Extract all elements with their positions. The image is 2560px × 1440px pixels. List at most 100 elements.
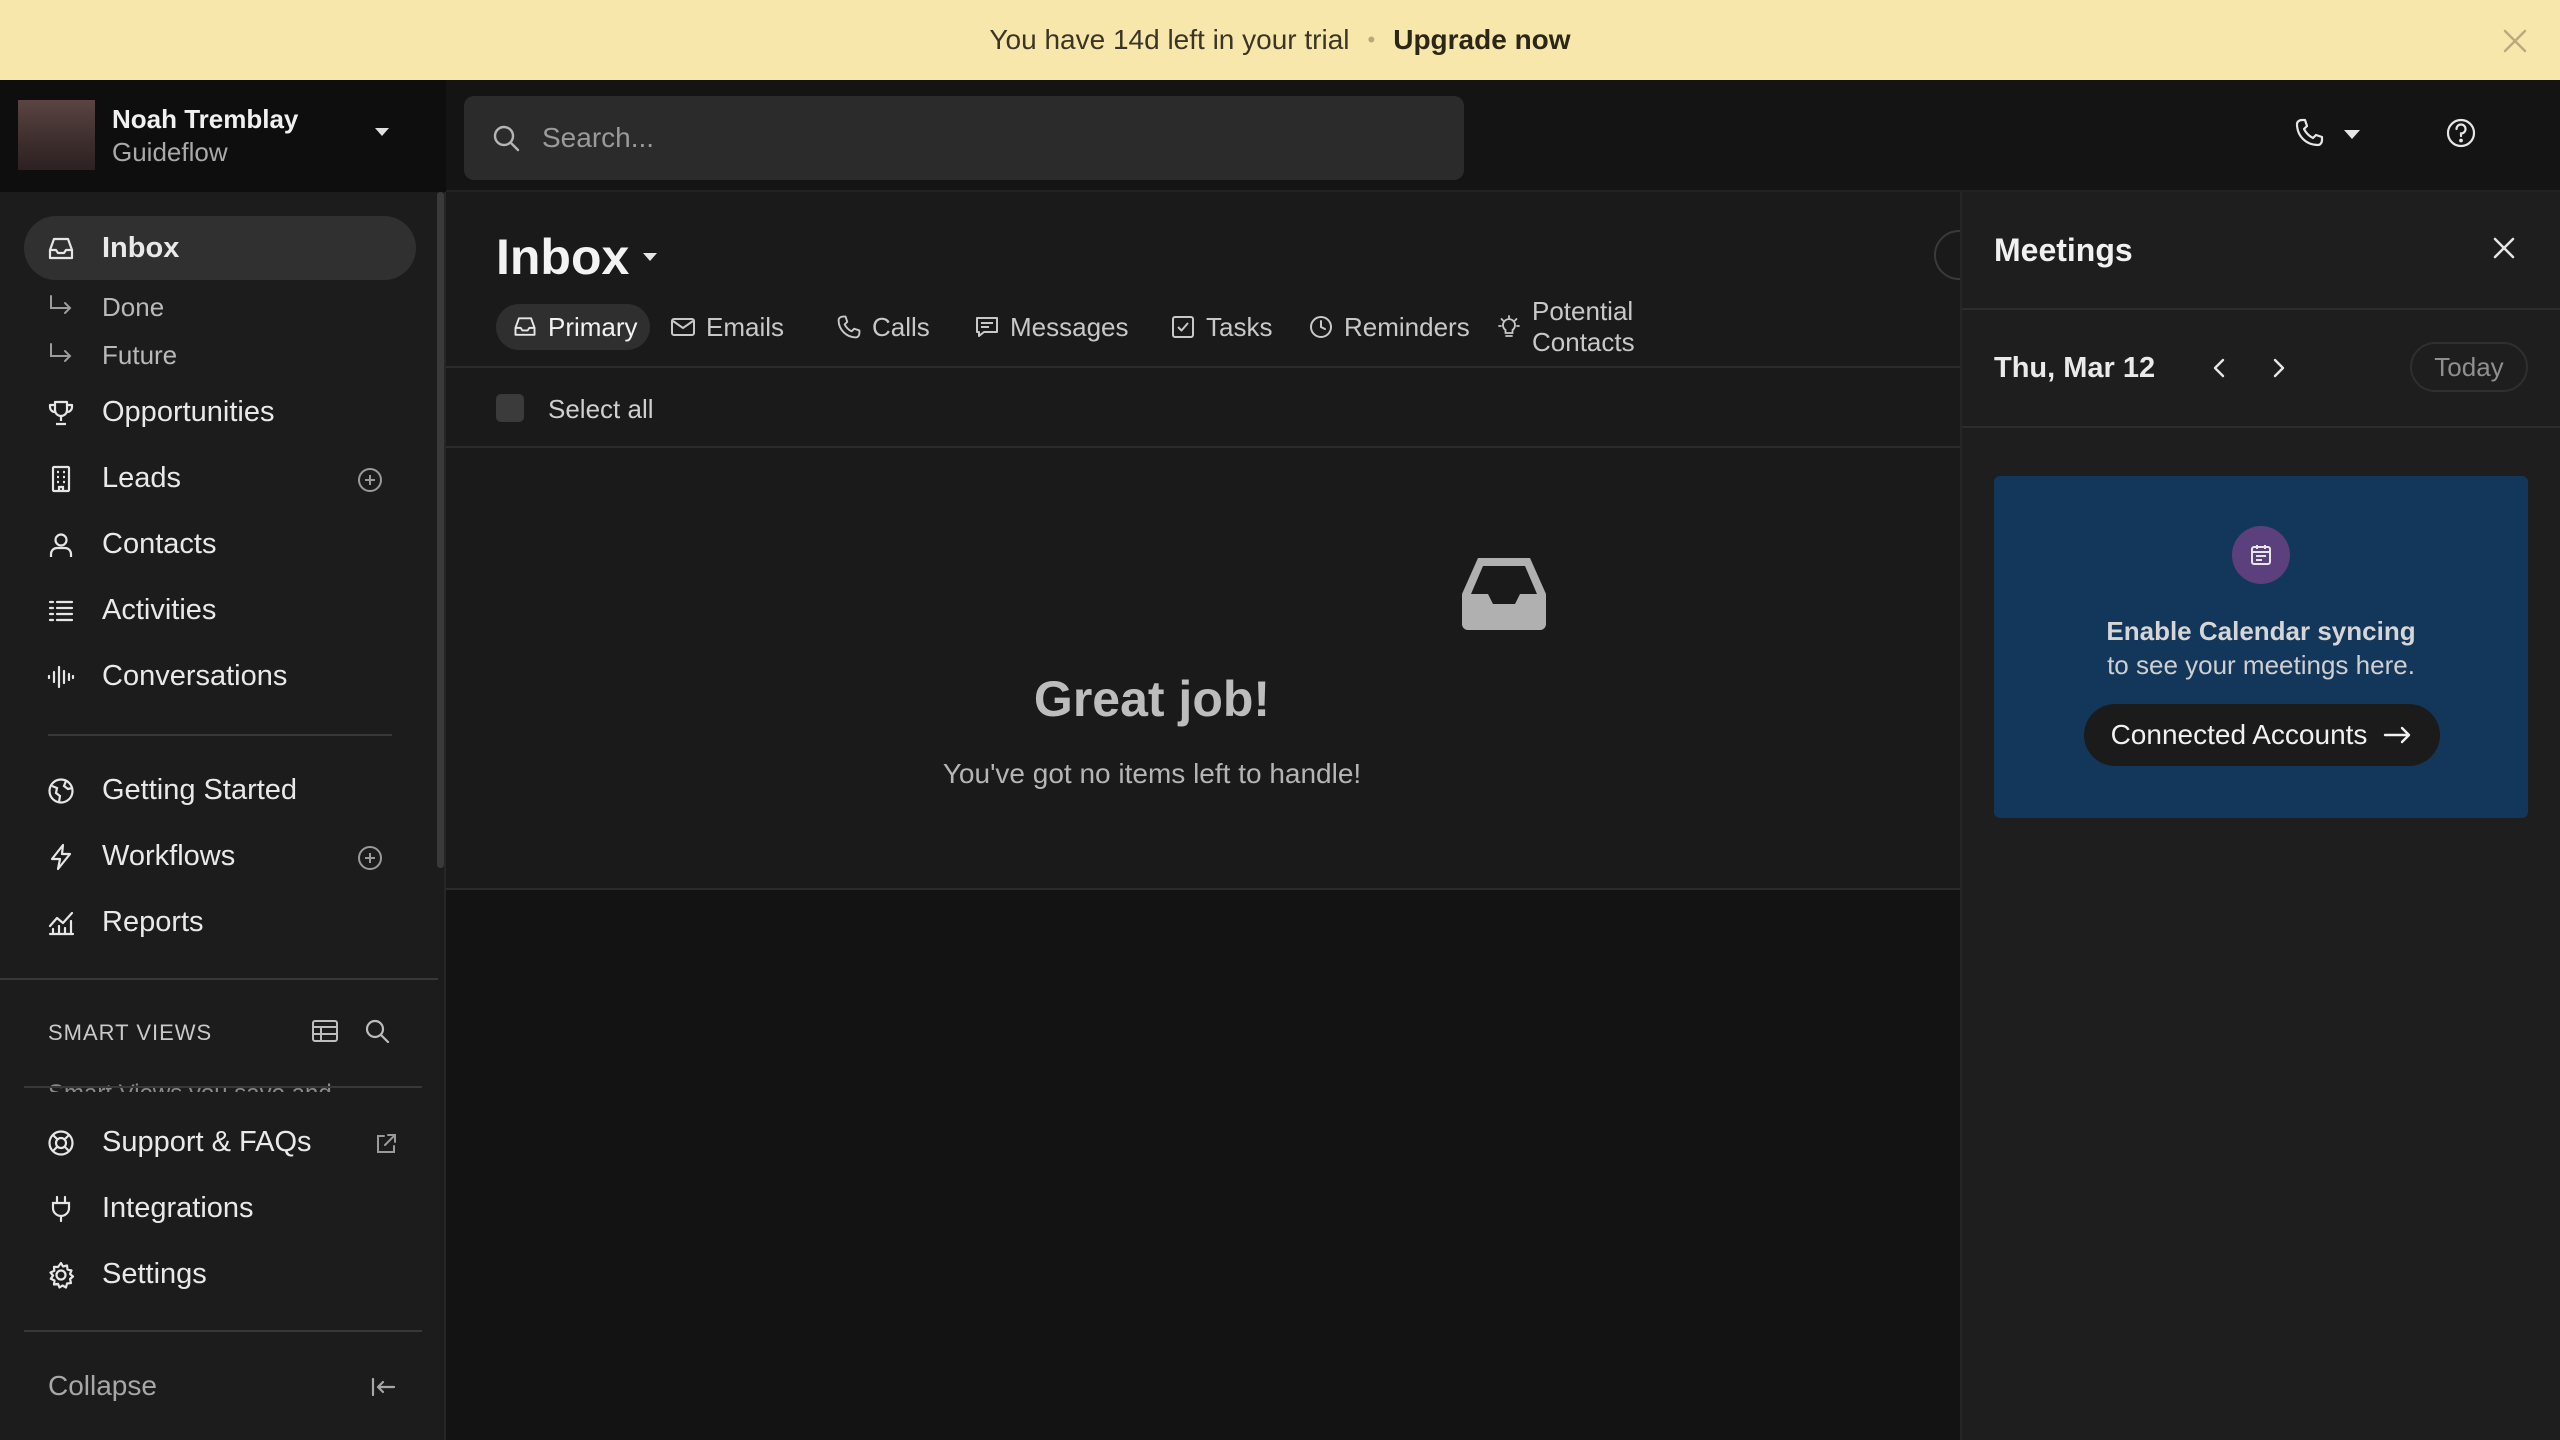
globe-icon [46,776,76,806]
tab-label: Calls [872,311,930,342]
bolt-icon [46,842,76,872]
tab-label: Emails [706,311,785,342]
close-banner-icon[interactable] [2500,26,2530,56]
add-lead-icon[interactable] [356,466,384,494]
tab-primary[interactable]: Primary [496,304,650,350]
inbox-icon [46,234,76,264]
tab-potential-contacts[interactable]: Potential Contacts [1496,296,1635,357]
chevron-left-icon[interactable] [2208,356,2232,380]
clock-icon [1308,314,1334,340]
main-content: Inbox Primary Emails Calls Messages Task… [446,192,1974,1440]
sidebar-item-contacts[interactable]: Contacts [24,512,416,576]
sidebar-item-opportunities[interactable]: Opportunities [24,380,416,444]
tab-label: Reminders [1344,311,1470,342]
trial-banner: You have 14d left in your trial • Upgrad… [0,0,2560,80]
account-org: Guideflow [112,137,228,167]
sidebar-item-label: Settings [102,1257,207,1290]
meetings-divider [1962,308,2560,310]
empty-state-title: Great job! [1033,671,1271,727]
tab-tasks[interactable]: Tasks [1170,304,1272,350]
meetings-divider [1962,426,2560,428]
sidebar-item-reports[interactable]: Reports [24,890,416,954]
sidebar-divider [24,1330,422,1332]
sidebar-item-support[interactable]: Support & FAQs [24,1110,416,1174]
connected-accounts-button[interactable]: Connected Accounts [2084,704,2440,766]
sidebar-item-label: Leads [102,461,182,494]
sidebar-item-leads[interactable]: Leads [24,446,416,510]
select-all-label[interactable]: Select all [548,394,654,425]
chart-icon [46,908,76,938]
external-link-icon [372,1130,400,1158]
sub-arrow-icon [48,294,74,318]
global-search[interactable] [464,96,1464,180]
sidebar-scrollbar[interactable] [437,192,444,868]
sidebar-item-activities[interactable]: Activities [24,578,416,642]
sidebar-item-workflows[interactable]: Workflows [24,824,416,888]
chevron-right-icon[interactable] [2266,356,2290,380]
meetings-title: Meetings [1994,232,2133,268]
sidebar: Noah Tremblay Guideflow Inbox Done Futur… [0,80,446,1440]
tabs-divider [446,366,1960,368]
tab-label: Tasks [1206,311,1273,342]
caret-down-icon[interactable] [640,250,660,264]
lifebuoy-icon [46,1128,76,1158]
sidebar-item-inbox[interactable]: Inbox [24,216,416,280]
tab-messages[interactable]: Messages [974,304,1129,350]
tab-calls[interactable]: Calls [836,304,930,350]
caret-down-icon[interactable] [372,125,392,139]
waveform-icon [46,662,76,692]
collapse-icon[interactable] [368,1372,398,1402]
today-button[interactable]: Today [2410,342,2528,392]
building-icon [46,464,76,494]
sidebar-item-label: Integrations [102,1191,254,1224]
add-workflow-icon[interactable] [356,844,384,872]
trophy-icon [46,398,76,428]
list-icon [46,596,76,626]
meetings-panel: Meetings Thu, Mar 12 Today Enable Calend… [1960,192,2560,1440]
sidebar-item-label: Future [102,340,178,370]
sidebar-item-label: Support & FAQs [102,1125,312,1158]
sidebar-item-getting-started[interactable]: Getting Started [24,758,416,822]
arrow-right-icon [2383,725,2413,745]
sidebar-item-label: Contacts [102,527,217,560]
calendar-sync-heading: Enable Calendar syncing [2106,616,2416,646]
sidebar-divider [0,978,438,980]
empty-state-subtitle: You've got no items left to handle! [942,758,1362,789]
tab-label: Potential Contacts [1532,296,1635,357]
search-input[interactable] [542,96,1442,180]
inbox-panel: Inbox Primary Emails Calls Messages Task… [446,192,1974,890]
tab-label: Messages [1010,311,1129,342]
inbox-icon [512,314,538,340]
sidebar-item-integrations[interactable]: Integrations [24,1176,416,1240]
sidebar-item-label: Getting Started [102,773,298,806]
tab-reminders[interactable]: Reminders [1308,304,1470,350]
connected-accounts-label: Connected Accounts [2110,719,2368,750]
tab-emails[interactable]: Emails [670,304,784,350]
smart-views-title: SMART VIEWS [48,1020,213,1045]
search-icon [490,122,522,154]
checkbox-icon [1170,314,1196,340]
collapse-button[interactable]: Collapse [48,1370,157,1402]
sidebar-item-future[interactable]: Future [48,334,308,374]
top-bar [446,80,2560,192]
sidebar-item-conversations[interactable]: Conversations [24,644,416,708]
select-all-checkbox[interactable] [496,394,524,422]
tab-label: Primary [548,311,638,342]
account-switcher[interactable]: Noah Tremblay Guideflow [0,80,446,192]
phone-menu-button[interactable] [2286,114,2386,154]
search-icon[interactable] [362,1016,392,1046]
sidebar-item-done[interactable]: Done [48,286,308,326]
sidebar-item-label: Conversations [102,659,288,692]
meetings-date: Thu, Mar 12 [1994,352,2156,384]
sidebar-item-settings[interactable]: Settings [24,1242,416,1306]
banner-separator: • [1367,27,1376,52]
message-icon [974,314,1000,340]
sub-arrow-icon [48,342,74,366]
close-icon[interactable] [2490,234,2518,262]
page-title: Inbox [496,229,630,285]
gear-icon [46,1260,76,1290]
help-icon[interactable] [2444,116,2478,150]
trial-message: You have 14d left in your trial [989,24,1350,55]
upgrade-now-link[interactable]: Upgrade now [1393,24,1570,56]
table-icon[interactable] [310,1016,340,1046]
